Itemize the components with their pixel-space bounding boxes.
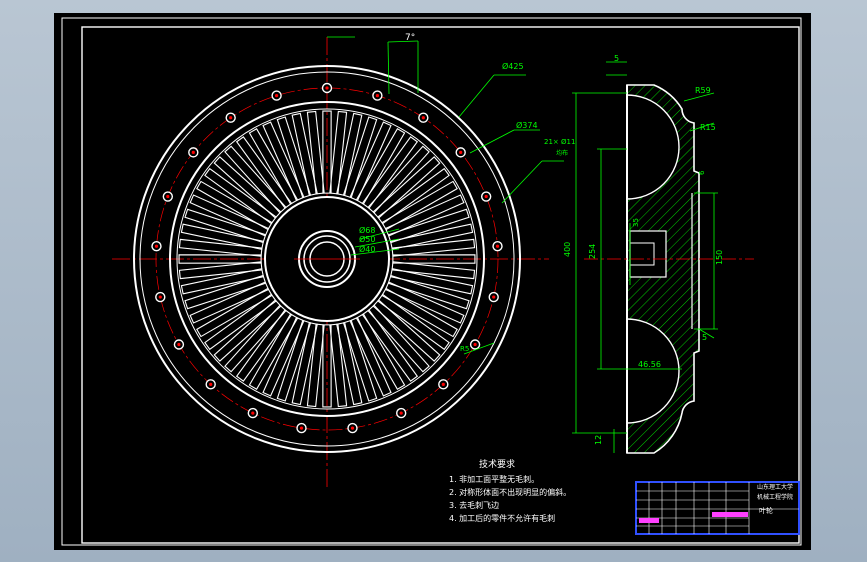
blade — [329, 110, 348, 195]
side-section-view: 5 R59 R15 400 254 150 35 46.56 12 5 6 — [563, 54, 754, 454]
note-3: 3. 去毛刺飞边 — [449, 500, 499, 510]
blade — [180, 223, 265, 250]
blade — [276, 116, 312, 199]
dim-d254: 254 — [588, 244, 597, 259]
blade — [291, 321, 318, 406]
notes-title: 技术要求 — [479, 458, 515, 470]
bolt-hole-center — [421, 116, 425, 120]
bolt-hole-center — [459, 150, 463, 154]
blade — [391, 261, 476, 280]
blade — [342, 319, 378, 402]
technical-notes: 技术要求 1. 非加工面平整无毛刺。 2. 对称形体面不出现明显的偏斜。 3. … — [449, 458, 571, 523]
dim-d5b: 5 — [702, 333, 707, 342]
bolt-hole-center — [325, 86, 329, 90]
title-block: 山东理工大学 机械工程学院 叶轮 — [635, 481, 800, 535]
blade — [306, 323, 325, 408]
dim-d35: 35 — [632, 218, 640, 227]
bolt-hole-center — [191, 150, 195, 154]
blade — [391, 238, 476, 257]
front-view: 7° Ø425 Ø374 21× Ø11 均布 Ø68 Ø50 Ø40 R5 — [112, 33, 575, 487]
bolt-hole-center — [375, 93, 380, 98]
blade — [387, 274, 470, 310]
bolt-hole-center — [177, 342, 181, 347]
bolt-hole-center — [399, 411, 403, 415]
cad-drawing: 7° Ø425 Ø374 21× Ø11 均布 Ø68 Ø50 Ø40 R5 5… — [61, 17, 802, 546]
dim-d12: 12 — [594, 435, 603, 445]
dim-d4656: 46.56 — [638, 360, 661, 369]
dim-d6: 6 — [698, 170, 706, 175]
dim-d40: Ø40 — [359, 244, 375, 254]
blade — [291, 112, 318, 197]
bolt-hole-center — [492, 295, 496, 299]
dim-r59: R59 — [695, 86, 711, 95]
drawing-canvas: 7° Ø425 Ø374 21× Ø11 均布 Ø68 Ø50 Ø40 R5 5… — [54, 13, 811, 550]
note-2: 2. 对称形体面不出现明显的偏斜。 — [449, 487, 571, 497]
bolt-hole-center — [441, 382, 445, 386]
bolt-hole-center — [154, 244, 159, 248]
blade — [389, 268, 474, 295]
blade — [180, 268, 265, 295]
bolt-hole-center — [158, 295, 162, 299]
bolt-hole-center — [350, 426, 355, 430]
note-4: 4. 加工后的零件不允许有毛刺 — [449, 513, 555, 523]
dim-fillet: R5 — [460, 345, 469, 353]
blade — [184, 208, 267, 244]
title-block-dept: 机械工程学院 — [757, 493, 793, 501]
bolt-hole-center — [166, 194, 170, 199]
blade — [184, 274, 267, 310]
bolt-hole-center — [495, 244, 500, 248]
blade — [276, 319, 312, 402]
title-block-magenta-field — [712, 512, 748, 517]
note-1: 1. 非加工面平整无毛刺。 — [449, 474, 539, 484]
dim-d374: Ø374 — [516, 120, 538, 130]
dim-top5: 5 — [614, 54, 619, 63]
bolt-hole-center — [473, 342, 477, 347]
blade — [178, 261, 263, 280]
dim-holes: 21× Ø11 — [544, 138, 575, 146]
dim-d400: 400 — [563, 242, 572, 257]
dim-holes-sub: 均布 — [556, 149, 568, 157]
dim-d150: 150 — [715, 250, 724, 265]
dim-d68: Ø68 — [359, 225, 375, 235]
blade — [336, 112, 363, 197]
dim-d50: Ø50 — [359, 234, 375, 244]
title-block-magenta-field-2 — [639, 518, 659, 523]
blade — [329, 323, 348, 408]
dim-r15: R15 — [700, 123, 716, 132]
blade — [389, 223, 474, 250]
bolt-hole-center — [209, 382, 213, 386]
bolt-hole-center — [299, 426, 304, 430]
blade — [306, 110, 325, 195]
bolt-hole-center — [274, 93, 279, 98]
bolt-hole-center — [484, 194, 488, 199]
blade — [342, 116, 378, 199]
dim-angle: 7° — [405, 33, 415, 43]
title-block-part: 叶轮 — [759, 506, 773, 515]
blade — [178, 238, 263, 257]
hub-bore — [629, 230, 667, 278]
dim-d425: Ø425 — [502, 61, 524, 71]
blade — [336, 321, 363, 406]
blade — [387, 208, 470, 244]
bolt-hole-center — [251, 411, 255, 415]
title-block-school: 山东理工大学 — [757, 483, 793, 491]
bolt-hole-center — [229, 116, 233, 120]
